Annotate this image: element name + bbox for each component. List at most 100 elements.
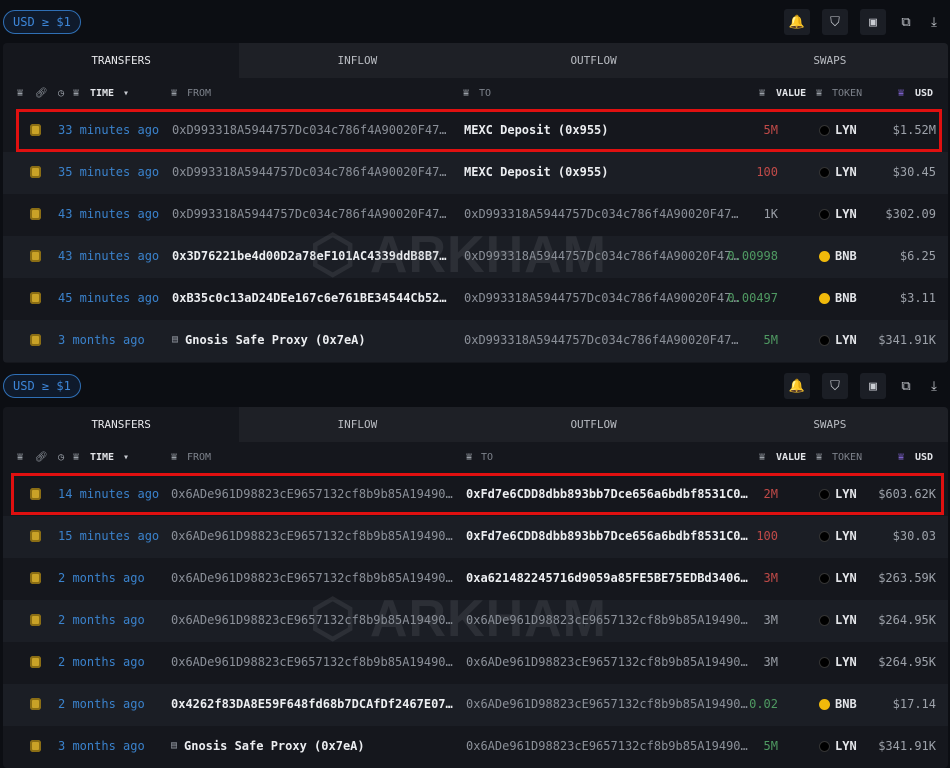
table-row[interactable]: 3 months ago ▤ Gnosis Safe Proxy (0x7eA)… xyxy=(3,320,948,362)
token[interactable]: LYN xyxy=(835,123,857,137)
tab-transfers[interactable]: TRANSFERS xyxy=(3,407,240,442)
token[interactable]: BNB xyxy=(835,697,857,711)
tab-swaps[interactable]: SWAPS xyxy=(711,407,948,442)
time-link[interactable]: 2 months ago xyxy=(58,571,145,585)
clock-icon[interactable]: ◷ xyxy=(58,452,64,463)
filter-icon[interactable]: ⩸ xyxy=(17,452,23,463)
from-address[interactable]: 0x4262f83DA8E59F648fd68b7DCAfDf2467E07… xyxy=(171,697,453,711)
download-icon[interactable]: ⤓ xyxy=(926,379,942,394)
from-address[interactable]: 0xB35c0c13aD24DEe167c6e761BE34544Cb52… xyxy=(172,291,447,305)
time-link[interactable]: 2 months ago xyxy=(58,697,145,711)
clock-icon[interactable]: ◷ xyxy=(58,88,64,99)
from-address[interactable]: 0x6ADe961D98823cE9657132cf8b9b85A19490… xyxy=(171,529,453,543)
to-address[interactable]: 0xFd7e6CDD8dbb893bb7Dce656a6bdbf8531C0… xyxy=(466,529,748,543)
tab-inflow[interactable]: INFLOW xyxy=(239,407,476,442)
table-row[interactable]: 35 minutes ago 0xD993318A5944757Dc034c78… xyxy=(3,152,948,194)
filter-icon[interactable]: ⩸ xyxy=(898,452,904,463)
time-link[interactable]: 45 minutes ago xyxy=(58,291,159,305)
usd-header[interactable]: USD xyxy=(915,88,933,99)
to-address[interactable]: 0xD993318A5944757Dc034c786f4A90020F47… xyxy=(464,207,739,221)
add-alert-icon[interactable]: 🔔 xyxy=(784,373,810,399)
sort-desc-icon[interactable]: ▾ xyxy=(123,88,129,99)
filter-icon[interactable]: ⩸ xyxy=(17,88,23,99)
time-link[interactable]: 14 minutes ago xyxy=(58,487,159,501)
add-alert-icon[interactable]: 🔔 xyxy=(784,9,810,35)
table-row[interactable]: 2 months ago 0x4262f83DA8E59F648fd68b7DC… xyxy=(3,684,948,726)
link-icon[interactable]: 🔗︎ xyxy=(35,452,48,463)
sort-desc-icon[interactable]: ▾ xyxy=(123,452,129,463)
bookmark-icon[interactable]: ⛉ xyxy=(822,9,848,35)
table-row[interactable]: 14 minutes ago 0x6ADe961D98823cE9657132c… xyxy=(3,474,948,516)
time-link[interactable]: 43 minutes ago xyxy=(58,249,159,263)
token[interactable]: LYN xyxy=(835,655,857,669)
tab-outflow[interactable]: OUTFLOW xyxy=(475,407,712,442)
filter-icon[interactable]: ⩸ xyxy=(73,88,79,99)
token[interactable]: LYN xyxy=(835,487,857,501)
token[interactable]: LYN xyxy=(835,333,857,347)
usd-filter-pill[interactable]: USD ≥ $1 xyxy=(3,10,81,34)
time-link[interactable]: 3 months ago xyxy=(58,333,145,347)
time-link[interactable]: 2 months ago xyxy=(58,655,145,669)
from-address[interactable]: 0x6ADe961D98823cE9657132cf8b9b85A19490… xyxy=(171,571,453,585)
bookmark-icon[interactable]: ⛉ xyxy=(822,373,848,399)
token[interactable]: BNB xyxy=(835,249,857,263)
time-link[interactable]: 2 months ago xyxy=(58,613,145,627)
tab-swaps[interactable]: SWAPS xyxy=(711,43,948,78)
time-link[interactable]: 15 minutes ago xyxy=(58,529,159,543)
from-address[interactable]: 0xD993318A5944757Dc034c786f4A90020F47… xyxy=(172,165,447,179)
link-icon[interactable]: 🔗︎ xyxy=(35,88,48,99)
table-row[interactable]: 3 months ago ▤ Gnosis Safe Proxy (0x7eA)… xyxy=(3,726,948,768)
to-address[interactable]: 0xFd7e6CDD8dbb893bb7Dce656a6bdbf8531C0… xyxy=(466,487,748,501)
time-link[interactable]: 35 minutes ago xyxy=(58,165,159,179)
from-address[interactable]: Gnosis Safe Proxy (0x7eA) xyxy=(185,333,366,347)
to-address[interactable]: MEXC Deposit (0x955) xyxy=(464,165,609,179)
save-icon[interactable]: ▣ xyxy=(860,9,886,35)
token[interactable]: LYN xyxy=(835,529,857,543)
to-address[interactable]: MEXC Deposit (0x955) xyxy=(464,123,609,137)
table-row[interactable]: 15 minutes ago 0x6ADe961D98823cE9657132c… xyxy=(3,516,948,558)
filter-icon[interactable]: ⩸ xyxy=(466,452,472,463)
to-address[interactable]: 0xD993318A5944757Dc034c786f4A90020F47… xyxy=(464,291,739,305)
usd-header[interactable]: USD xyxy=(915,452,933,463)
table-row[interactable]: 33 minutes ago 0xD993318A5944757Dc034c78… xyxy=(3,110,948,152)
from-address[interactable]: 0xD993318A5944757Dc034c786f4A90020F47… xyxy=(172,123,447,137)
to-address[interactable]: 0xa621482245716d9059a85FE5BE75EDBd3406… xyxy=(466,571,748,585)
value-header[interactable]: VALUE xyxy=(776,88,806,99)
filter-icon[interactable]: ⩸ xyxy=(898,88,904,99)
to-address[interactable]: 0xD993318A5944757Dc034c786f4A90020F47… xyxy=(464,333,739,347)
filter-icon[interactable]: ⩸ xyxy=(816,452,822,463)
tab-inflow[interactable]: INFLOW xyxy=(239,43,476,78)
filter-icon[interactable]: ⩸ xyxy=(171,452,177,463)
to-address[interactable]: 0x6ADe961D98823cE9657132cf8b9b85A19490… xyxy=(466,739,748,753)
from-address[interactable]: 0xD993318A5944757Dc034c786f4A90020F47… xyxy=(172,207,447,221)
usd-filter-pill[interactable]: USD ≥ $1 xyxy=(3,374,81,398)
filter-icon[interactable]: ⩸ xyxy=(73,452,79,463)
token[interactable]: LYN xyxy=(835,613,857,627)
copy-icon[interactable]: ⧉ xyxy=(898,379,914,394)
token[interactable]: LYN xyxy=(835,207,857,221)
tab-outflow[interactable]: OUTFLOW xyxy=(475,43,712,78)
token[interactable]: LYN xyxy=(835,571,857,585)
time-link[interactable]: 33 minutes ago xyxy=(58,123,159,137)
filter-icon[interactable]: ⩸ xyxy=(759,452,765,463)
from-address[interactable]: 0x6ADe961D98823cE9657132cf8b9b85A19490… xyxy=(171,487,453,501)
copy-icon[interactable]: ⧉ xyxy=(898,15,914,30)
to-address[interactable]: 0x6ADe961D98823cE9657132cf8b9b85A19490… xyxy=(466,697,748,711)
token[interactable]: BNB xyxy=(835,291,857,305)
from-address[interactable]: 0x6ADe961D98823cE9657132cf8b9b85A19490… xyxy=(171,655,453,669)
time-header[interactable]: TIME xyxy=(90,452,114,463)
filter-icon[interactable]: ⩸ xyxy=(171,88,177,99)
save-icon[interactable]: ▣ xyxy=(860,373,886,399)
tab-transfers[interactable]: TRANSFERS xyxy=(3,43,240,78)
to-address[interactable]: 0x6ADe961D98823cE9657132cf8b9b85A19490… xyxy=(466,655,748,669)
token[interactable]: LYN xyxy=(835,739,857,753)
download-icon[interactable]: ⤓ xyxy=(926,15,942,30)
filter-icon[interactable]: ⩸ xyxy=(759,88,765,99)
filter-icon[interactable]: ⩸ xyxy=(463,88,469,99)
from-address[interactable]: Gnosis Safe Proxy (0x7eA) xyxy=(184,739,365,753)
time-link[interactable]: 3 months ago xyxy=(58,739,145,753)
value-header[interactable]: VALUE xyxy=(776,452,806,463)
token[interactable]: LYN xyxy=(835,165,857,179)
filter-icon[interactable]: ⩸ xyxy=(816,88,822,99)
time-link[interactable]: 43 minutes ago xyxy=(58,207,159,221)
